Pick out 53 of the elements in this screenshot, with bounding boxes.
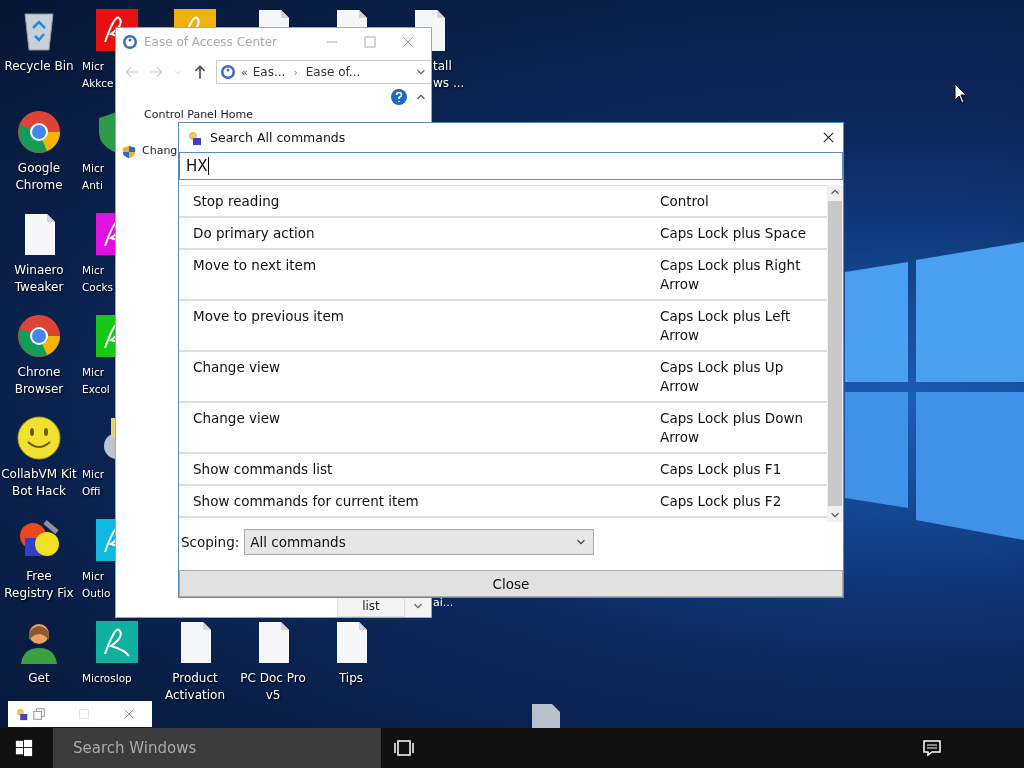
icon-label: Chrome [15, 177, 63, 194]
icon-label: Tweaker [14, 279, 64, 296]
icon-label: Product [172, 670, 218, 687]
shortcut-text: Caps Lock plus Up Arrow [660, 358, 785, 396]
icon-label: Anti [82, 178, 103, 193]
icon-label: Offi [82, 484, 101, 499]
icon-label: Micr [82, 365, 105, 380]
icon-label: Akkce [82, 76, 114, 91]
icon-label: Bot Hack [12, 483, 66, 500]
scoping-label: Scoping: [181, 534, 240, 550]
icon-label: Microslop [82, 671, 132, 686]
icon-label: Micr [82, 569, 105, 584]
icon-label: Google [17, 160, 61, 177]
shortcut-text: Caps Lock plus F1 [660, 460, 783, 479]
shortcut-text: Control [660, 192, 710, 211]
icon-label: Outlo [82, 586, 111, 601]
icon-label: Registry Fix [4, 585, 74, 602]
command-name: Move to previous item [193, 307, 345, 326]
shortcut-text: Caps Lock plus F2 [660, 492, 783, 511]
icon-label: Excol [82, 382, 110, 397]
icon-label: Tips [338, 670, 364, 687]
command-name: Stop reading [193, 192, 281, 211]
icon-label: Micr [82, 59, 105, 74]
shortcut-text: Caps Lock plus Down Arrow [660, 409, 805, 447]
command-name: Show commands for current item [193, 492, 420, 511]
dialog-title: Search All commands [210, 130, 347, 145]
icon-label: Micr [82, 467, 105, 482]
icon-label: Winaero [14, 262, 64, 279]
command-name: Show commands list [193, 460, 334, 479]
icon-label: Browser [14, 381, 64, 398]
icon-label: Get [28, 670, 50, 687]
command-name: Change view [193, 358, 282, 377]
icon-label: Chrone [17, 364, 61, 381]
icon-label: Recycle Bin [4, 58, 74, 75]
command-name: Do primary action [193, 224, 316, 243]
shortcut-text: Caps Lock plus Right Arrow [660, 256, 802, 294]
icon-label: Free [26, 568, 52, 585]
breadcrumb-separator: › [292, 65, 299, 79]
icon-label: PC Doc Pro [240, 670, 306, 687]
shortcut-text: Caps Lock plus Space [660, 224, 807, 243]
shortcut-text: Caps Lock plus Left Arrow [660, 307, 792, 345]
icon-label: Micr [82, 161, 105, 176]
icon-label: ai... [433, 596, 454, 609]
command-name: Change view [193, 409, 282, 428]
icon-label: ws ... [433, 75, 465, 92]
icon-label: Micr [82, 263, 105, 278]
window-title: Ease of Access Center [144, 35, 279, 49]
command-name: Move to next item [193, 256, 318, 275]
icon-label: CollabVM Kit [1, 466, 77, 483]
icon-label: v5 [265, 687, 281, 704]
icon-label: Cocks [82, 280, 114, 295]
icon-label: Activation [164, 687, 226, 704]
icon-label: tall [433, 58, 452, 75]
